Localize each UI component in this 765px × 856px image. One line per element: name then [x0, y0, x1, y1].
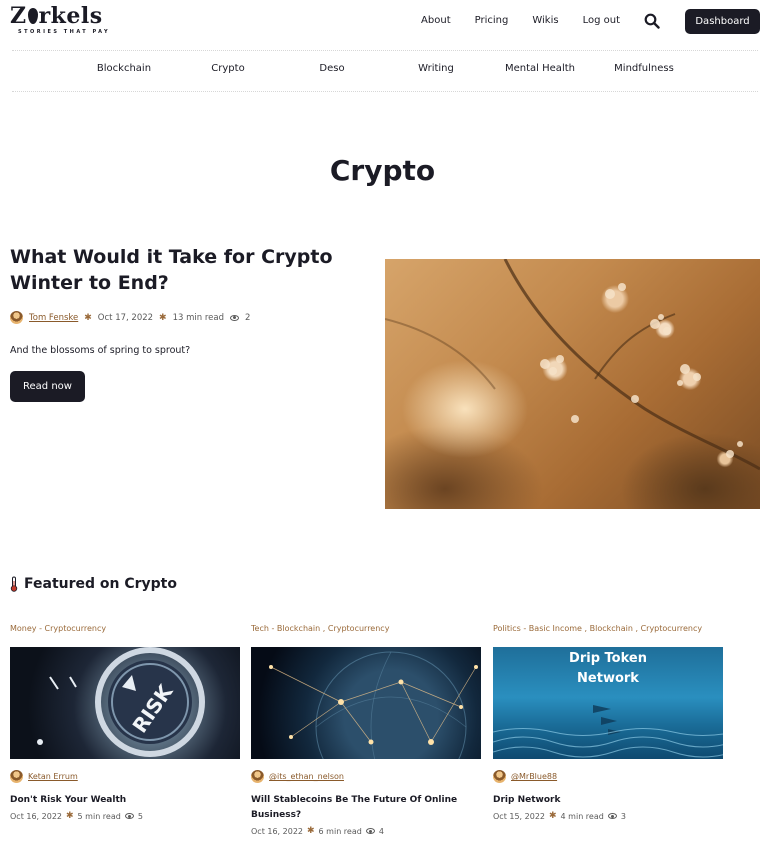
hero-meta: Tom Fenske ✱ Oct 17, 2022 ✱ 13 min read … [10, 311, 250, 324]
logo-wordmark: Zrkels [10, 4, 110, 28]
asterisk-icon: ✱ [307, 826, 315, 836]
article-card: Politics - Basic Income , Blockchain , C… [493, 624, 723, 821]
logo-letters: rkels [38, 3, 103, 29]
card-date: Oct 16, 2022 [10, 811, 62, 821]
tag-link[interactable]: Cryptocurrency [641, 624, 703, 633]
card-meta: Oct 15, 2022 ✱ 4 min read 3 [493, 811, 723, 821]
card-read-time: 6 min read [318, 826, 362, 836]
tag-link[interactable]: Cryptocurrency [45, 624, 107, 633]
category-blockchain[interactable]: Blockchain [72, 63, 176, 74]
card-author: @MrBlue88 [493, 770, 723, 783]
category-crypto[interactable]: Crypto [176, 63, 280, 74]
hero-blossom-image[interactable] [385, 259, 760, 509]
eye-icon [365, 828, 375, 834]
avatar[interactable] [10, 770, 23, 783]
article-card: Tech - Blockchain , Cryptocurrency @its_… [251, 624, 481, 836]
avatar[interactable] [493, 770, 506, 783]
tag-link[interactable]: Basic Income [529, 624, 582, 633]
card-views: 5 [137, 811, 143, 821]
card-views: 4 [378, 826, 384, 836]
featured-heading: Featured on Crypto [10, 576, 177, 592]
ocean-fish-icon[interactable]: Drip Token Network [493, 647, 723, 759]
featured-heading-text: Featured on Crypto [24, 576, 177, 592]
asterisk-icon: ✱ [549, 811, 557, 821]
article-card: Money - Cryptocurrency RISK Ketan Errum … [10, 624, 240, 821]
eye-icon [124, 813, 134, 819]
eye-icon [607, 813, 617, 819]
page-title: Crypto [329, 154, 436, 187]
header-divider [12, 50, 758, 51]
hero-read-time: 13 min read [172, 312, 224, 323]
ocean-illustration: Drip Token Network [493, 651, 723, 758]
hero-title[interactable]: What Would it Take for Crypto Winter to … [10, 244, 385, 296]
category-mindfulness[interactable]: Mindfulness [592, 63, 696, 74]
tag-link[interactable]: Politics [493, 624, 521, 633]
hero-views: 2 [244, 312, 251, 323]
card-tags: Tech - Blockchain , Cryptocurrency [251, 624, 390, 633]
card-tags: Politics - Basic Income , Blockchain , C… [493, 624, 703, 633]
globe-network-illustration [269, 651, 478, 759]
category-deso[interactable]: Deso [280, 63, 384, 74]
top-nav: About Pricing Wikis Log out [421, 15, 620, 26]
card-date: Oct 16, 2022 [251, 826, 303, 836]
eye-icon [229, 314, 239, 321]
card-title[interactable]: Will Stablecoins Be The Future Of Online… [251, 793, 481, 823]
asterisk-icon: ✱ [84, 312, 92, 323]
tag-link[interactable]: Blockchain [277, 624, 320, 633]
hero-author-link[interactable]: Tom Fenske [29, 313, 78, 323]
card-meta: Oct 16, 2022 ✱ 5 min read 5 [10, 811, 240, 821]
card-title[interactable]: Don't Risk Your Wealth [10, 793, 240, 808]
nav-logout[interactable]: Log out [583, 15, 620, 26]
risk-dial-illustration: RISK [37, 647, 205, 757]
hero-subtitle: And the blossoms of spring to sprout? [10, 345, 191, 356]
tag-link[interactable]: Blockchain [590, 624, 633, 633]
pen-nib-icon [27, 8, 38, 24]
category-writing[interactable]: Writing [384, 63, 488, 74]
top-header: Zrkels STORIES THAT PAY About Pricing Wi… [0, 0, 765, 48]
card-date: Oct 15, 2022 [493, 811, 545, 821]
avatar[interactable] [10, 311, 23, 324]
category-nav: Blockchain Crypto Deso Writing Mental He… [72, 63, 697, 74]
card-author-link[interactable]: Ketan Errum [28, 772, 78, 781]
search-icon[interactable] [644, 13, 660, 29]
asterisk-icon: ✱ [66, 811, 74, 821]
zirkels-logo[interactable]: Zrkels STORIES THAT PAY [10, 4, 110, 35]
globe-network-icon[interactable] [251, 647, 481, 759]
nav-pricing[interactable]: Pricing [475, 15, 509, 26]
drip-token-network-text: Drip Token Network [569, 651, 647, 686]
card-author-link[interactable]: @MrBlue88 [511, 772, 557, 781]
nav-wikis[interactable]: Wikis [532, 15, 558, 26]
category-mental-health[interactable]: Mental Health [488, 63, 592, 74]
tag-link[interactable]: Money [10, 624, 37, 633]
category-divider [12, 91, 758, 92]
thermometer-icon [10, 576, 18, 592]
read-now-button[interactable]: Read now [10, 371, 85, 402]
card-title[interactable]: Drip Network [493, 793, 723, 808]
card-tags: Money - Cryptocurrency [10, 624, 107, 633]
logo-tagline: STORIES THAT PAY [18, 29, 111, 35]
card-meta: Oct 16, 2022 ✱ 6 min read 4 [251, 826, 481, 836]
card-views: 3 [620, 811, 626, 821]
nav-about[interactable]: About [421, 15, 451, 26]
card-author: @its_ethan_nelson [251, 770, 481, 783]
card-read-time: 5 min read [77, 811, 121, 821]
logo-letter-z: Z [10, 3, 27, 29]
risk-dial-icon[interactable]: RISK [10, 647, 240, 759]
dashboard-button[interactable]: Dashboard [685, 9, 760, 34]
tag-link[interactable]: Cryptocurrency [328, 624, 390, 633]
card-author-link[interactable]: @its_ethan_nelson [269, 772, 344, 781]
tag-link[interactable]: Tech [251, 624, 269, 633]
blossom-branch-illustration [385, 259, 760, 471]
avatar[interactable] [251, 770, 264, 783]
card-read-time: 4 min read [560, 811, 604, 821]
hero-date: Oct 17, 2022 [97, 312, 154, 323]
card-author: Ketan Errum [10, 770, 240, 783]
asterisk-icon: ✱ [159, 312, 167, 323]
